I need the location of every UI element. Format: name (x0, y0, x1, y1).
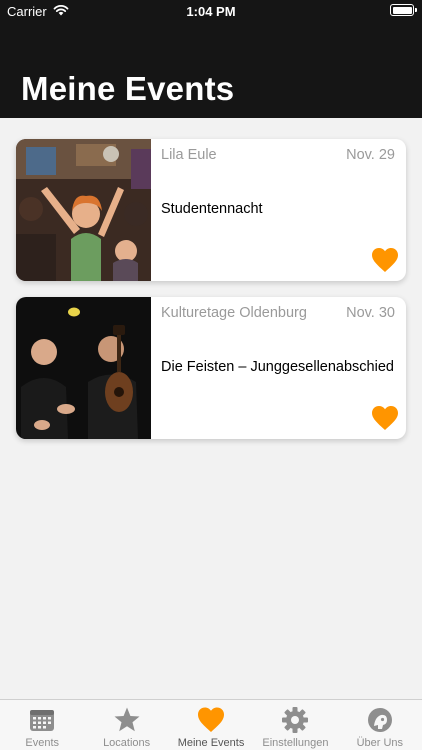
event-list: Lila Eule Nov. 29 Studentennacht Kulture… (16, 139, 406, 455)
event-date: Nov. 29 (346, 147, 395, 163)
tab-meine-events[interactable]: Meine Events (169, 700, 253, 750)
gear-icon (281, 706, 309, 734)
star-icon (113, 706, 141, 734)
status-time: 1:04 PM (186, 4, 236, 19)
event-location: Lila Eule (161, 147, 217, 163)
tab-label: Meine Events (177, 737, 245, 749)
tab-label: Einstellungen (262, 737, 329, 749)
event-date: Nov. 30 (346, 305, 395, 321)
tab-ueber-uns[interactable]: Über Uns (338, 700, 422, 750)
event-location: Kulturetage Oldenburg (161, 305, 307, 321)
event-card[interactable]: Lila Eule Nov. 29 Studentennacht (16, 139, 406, 281)
page-title: Meine Events (21, 70, 235, 107)
tab-einstellungen[interactable]: Einstellungen (253, 700, 337, 750)
battery-icon (390, 4, 417, 16)
tab-locations[interactable]: Locations (84, 700, 168, 750)
event-title: Die Feisten – Junggesellenabschied (161, 359, 394, 375)
navigation-header: Carrier 1:04 PM Meine Events (0, 0, 422, 118)
status-bar: Carrier 1:04 PM (0, 0, 422, 22)
event-card[interactable]: Kulturetage Oldenburg Nov. 30 Die Feiste… (16, 297, 406, 439)
favorite-heart-icon[interactable] (371, 247, 399, 273)
about-icon (366, 706, 394, 734)
tab-events[interactable]: Events (0, 700, 84, 750)
event-title: Studentennacht (161, 201, 263, 217)
tab-bar: Events Locations Meine Events Einstellun… (0, 699, 422, 750)
tab-label: Locations (103, 737, 151, 749)
tab-label: Über Uns (356, 737, 404, 749)
event-photo (16, 297, 151, 439)
calendar-icon (28, 706, 56, 734)
event-photo (16, 139, 151, 281)
tab-label: Events (25, 737, 60, 749)
heart-icon (197, 706, 225, 734)
favorite-heart-icon[interactable] (371, 405, 399, 431)
